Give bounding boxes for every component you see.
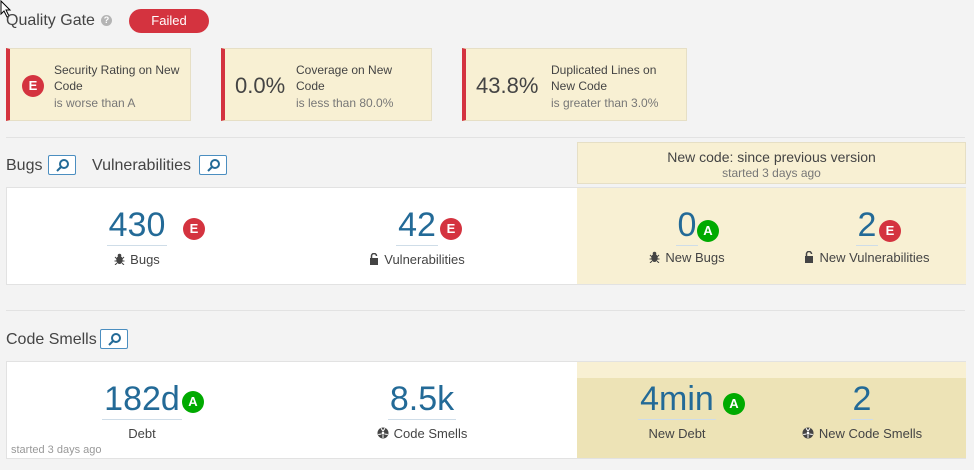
- condition-card-coverage[interactable]: 0.0% Coverage on New Code is less than 8…: [221, 48, 432, 121]
- vulnerabilities-label: Vulnerabilities: [362, 252, 472, 267]
- condition-value: 0.0%: [235, 73, 286, 98]
- quality-gate-title: Quality Gate: [6, 12, 95, 29]
- code-smells-drilldown-button[interactable]: [100, 329, 128, 349]
- bugs-metric[interactable]: 430 Bugs E: [97, 205, 205, 267]
- bugs-rating-badge[interactable]: E: [183, 218, 205, 240]
- condition-card-security-rating[interactable]: E Security Rating on New Code is worse t…: [6, 48, 191, 121]
- code-smells-label: Code Smells: [367, 426, 477, 441]
- link-icon: [207, 159, 220, 172]
- new-bugs-label: New Bugs: [637, 250, 737, 265]
- new-vulnerabilities-label: New Vulnerabilities: [797, 250, 937, 265]
- debt-rating-badge[interactable]: A: [182, 391, 204, 413]
- condition-card-duplicated-lines[interactable]: 43.8% Duplicated Lines on New Code is gr…: [462, 48, 687, 121]
- code-smell-icon: [802, 427, 814, 439]
- new-code-smells-label: New Code Smells: [792, 426, 932, 441]
- new-bugs-rating-badge[interactable]: A: [697, 220, 719, 242]
- new-debt-label: New Debt: [648, 426, 706, 441]
- link-icon: [56, 159, 69, 172]
- bugs-value[interactable]: 430: [106, 205, 168, 246]
- new-code-smells-value[interactable]: 2: [850, 379, 874, 420]
- code-smell-icon: [377, 427, 389, 439]
- quality-gate-status-badge: Failed: [129, 9, 209, 33]
- vulnerabilities-drilldown-button[interactable]: [199, 155, 227, 175]
- vulnerabilities-section-title: Vulnerabilities: [92, 157, 192, 174]
- help-icon[interactable]: ?: [101, 15, 112, 26]
- new-code-period-title: New code: since previous version: [667, 149, 876, 165]
- condition-title: Security Rating on New Code: [54, 63, 180, 93]
- new-debt-metric[interactable]: 4min New Debt A: [627, 379, 745, 441]
- vulnerabilities-metric[interactable]: 42 Vulnerabilities E: [362, 205, 472, 267]
- condition-value: 43.8%: [476, 73, 539, 98]
- bugs-vulnerabilities-panel: 430 Bugs E 42 Vulnerabilities E 0 New Bu…: [6, 187, 966, 285]
- condition-title: Coverage on New Code: [296, 63, 393, 93]
- rating-badge: E: [22, 75, 44, 97]
- bug-icon: [114, 253, 125, 265]
- new-vulnerabilities-value[interactable]: 2: [855, 205, 879, 246]
- new-vulnerabilities-metric[interactable]: 2 New Vulnerabilities E: [797, 205, 937, 265]
- condition-threshold: is less than 80.0%: [296, 96, 394, 110]
- started-timestamp: started 3 days ago: [11, 444, 102, 456]
- vulnerabilities-rating-badge[interactable]: E: [440, 218, 462, 240]
- code-smells-value[interactable]: 8.5k: [387, 379, 457, 420]
- bugs-section-title: Bugs: [6, 157, 43, 174]
- code-smells-panel: 182d Debt A 8.5k Code Smells 4min New De…: [6, 361, 966, 459]
- new-debt-rating-badge[interactable]: A: [723, 393, 745, 415]
- condition-threshold: is worse than A: [54, 96, 136, 110]
- bug-icon: [649, 251, 660, 263]
- divider: [6, 310, 965, 311]
- new-code-period-started: started 3 days ago: [722, 166, 821, 180]
- new-bugs-value[interactable]: 0: [675, 205, 699, 246]
- debt-metric[interactable]: 182d Debt A: [92, 379, 204, 441]
- new-debt-value[interactable]: 4min: [638, 379, 716, 420]
- bugs-drilldown-button[interactable]: [48, 155, 76, 175]
- new-vulnerabilities-rating-badge[interactable]: E: [879, 220, 901, 242]
- debt-label: Debt: [128, 426, 156, 441]
- new-bugs-metric[interactable]: 0 New Bugs A: [637, 205, 737, 265]
- divider: [6, 137, 965, 138]
- vulnerabilities-value[interactable]: 42: [396, 205, 438, 246]
- lock-icon: [370, 253, 379, 265]
- code-smells-metric[interactable]: 8.5k Code Smells: [367, 379, 477, 441]
- condition-threshold: is greater than 3.0%: [551, 96, 659, 110]
- lock-icon: [805, 251, 814, 263]
- bugs-label: Bugs: [97, 252, 177, 267]
- new-code-period-banner: New code: since previous version started…: [577, 142, 966, 184]
- link-icon: [108, 333, 121, 346]
- condition-title: Duplicated Lines on New Code: [551, 63, 657, 93]
- debt-value[interactable]: 182d: [102, 379, 182, 420]
- code-smells-section-title: Code Smells: [6, 331, 97, 348]
- new-code-smells-metric[interactable]: 2 New Code Smells: [792, 379, 932, 441]
